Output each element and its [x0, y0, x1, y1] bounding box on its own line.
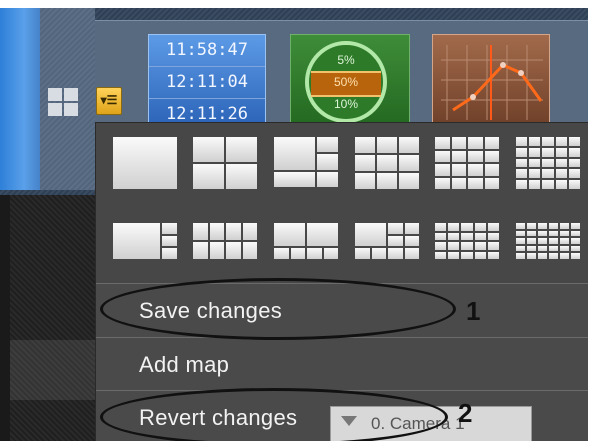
left-edge-panel: [0, 0, 40, 190]
top-edge: [0, 0, 598, 8]
layout-option-3x3[interactable]: [355, 137, 419, 189]
callout-ellipse: [100, 388, 448, 441]
callout-number: 2: [458, 398, 473, 428]
layout-option-1-plus-8[interactable]: [355, 223, 419, 259]
gauge-label: 5%: [337, 53, 355, 67]
gauge-thumbnail[interactable]: 5% 50% 10%: [290, 34, 410, 129]
layouts-screen: 11:58:47 12:11:04 12:11:26 5% 50% 10% Ev…: [0, 0, 598, 441]
menu-item-label: Add map: [139, 352, 230, 377]
layout-option-1-plus-5[interactable]: [274, 137, 338, 189]
gauge-label: 10%: [333, 97, 359, 111]
right-edge: [588, 0, 598, 441]
layout-option-2x4[interactable]: [193, 223, 257, 259]
callout-ellipse: [100, 278, 456, 340]
line-chart-icon: [441, 45, 543, 120]
layout-option-5x5[interactable]: [516, 137, 580, 189]
layout-option-1x1[interactable]: [113, 137, 177, 189]
chart-thumbnail[interactable]: [432, 34, 550, 129]
callout-number: 1: [466, 296, 481, 326]
menu-item-add-map[interactable]: Add map: [96, 339, 598, 390]
clock-thumbnail[interactable]: 11:58:47 12:11:04 12:11:26: [148, 34, 266, 129]
layout-option-1-plus-6[interactable]: [274, 223, 338, 259]
gauge-label: 50%: [333, 75, 359, 89]
clock-time: 11:58:47: [149, 35, 265, 67]
clock-time: 12:11:04: [149, 67, 265, 99]
grid-icon[interactable]: [48, 88, 78, 116]
gauge-ring: 5% 50% 10%: [305, 41, 387, 123]
layout-grid-picker: [96, 123, 598, 283]
layout-option-2x2[interactable]: [193, 137, 257, 189]
layout-option-side[interactable]: [113, 223, 177, 259]
left-edge-dark: [0, 195, 10, 441]
background-block: [10, 340, 96, 400]
layout-option-6x5[interactable]: [516, 223, 580, 259]
layout-option-4x4[interactable]: [435, 137, 499, 189]
layout-option-5x4[interactable]: [435, 223, 499, 259]
layout-menu-button[interactable]: ▾☰: [96, 87, 122, 115]
